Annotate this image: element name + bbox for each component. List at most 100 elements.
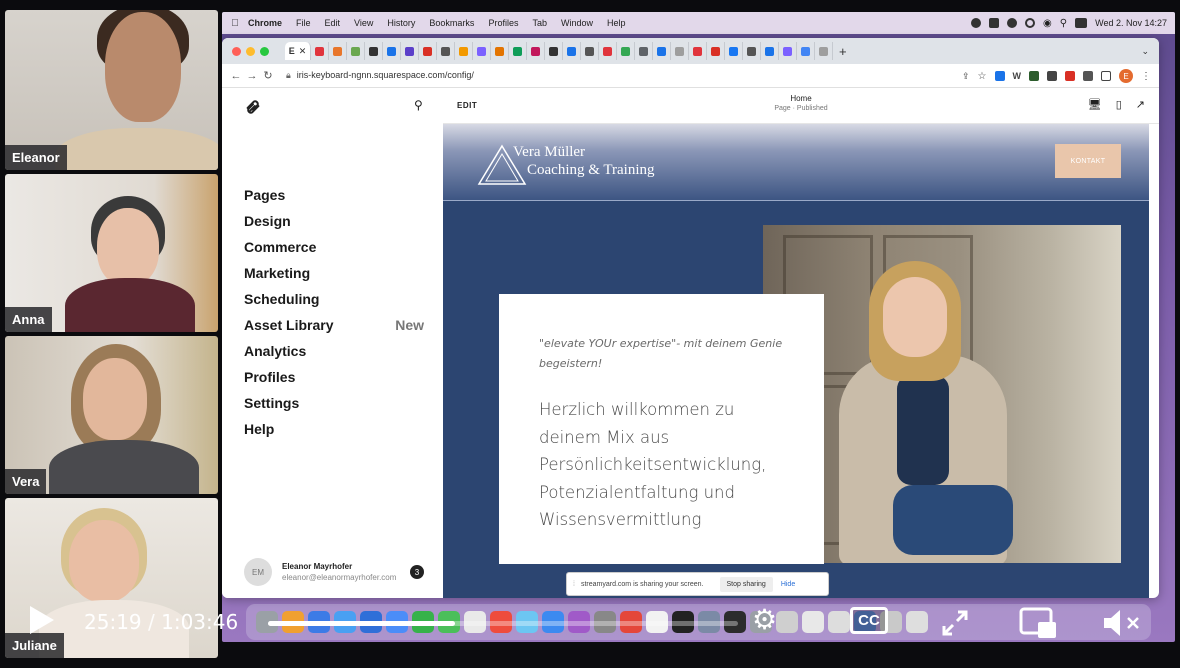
menu-history[interactable]: History — [387, 18, 415, 28]
browser-tab[interactable] — [707, 42, 725, 60]
menu-file[interactable]: File — [296, 18, 311, 28]
extension-icon[interactable] — [994, 71, 1005, 81]
nav-item-commerce[interactable]: Commerce — [244, 234, 424, 260]
nav-item-pages[interactable]: Pages — [244, 182, 424, 208]
browser-tab[interactable] — [797, 42, 815, 60]
browser-tab[interactable] — [473, 42, 491, 60]
drag-handle-icon[interactable]: ⁞ — [573, 581, 575, 588]
browser-tab[interactable] — [743, 42, 761, 60]
extension-grid-icon[interactable] — [1047, 71, 1057, 81]
brand-name[interactable]: Vera Müller — [513, 144, 585, 161]
stop-sharing-button[interactable]: Stop sharing — [719, 576, 773, 592]
new-tab-button[interactable]: + — [839, 44, 847, 59]
tab-search-chevron-icon[interactable]: ⌄ — [1141, 46, 1149, 57]
extension-icon[interactable] — [1029, 71, 1039, 81]
bookmark-star-icon[interactable]: ☆ — [978, 71, 987, 82]
nav-item-asset-library[interactable]: Asset Library New — [244, 312, 424, 338]
close-window-icon[interactable] — [232, 46, 241, 56]
active-tab[interactable]: E ✕ — [285, 42, 311, 60]
extensions-puzzle-icon[interactable] — [1083, 71, 1093, 81]
menu-app-name[interactable]: Chrome — [248, 18, 282, 28]
browser-tab[interactable] — [689, 42, 707, 60]
browser-tab[interactable] — [437, 42, 455, 60]
browser-tab[interactable] — [527, 42, 545, 60]
nav-item-help[interactable]: Help — [244, 416, 424, 442]
search-icon[interactable]: ⚲ — [414, 98, 423, 112]
account-menu[interactable]: EM Eleanor Mayrhofer eleanor@eleanormayr… — [244, 558, 424, 588]
browser-tab[interactable] — [311, 42, 329, 60]
browser-tab[interactable] — [365, 42, 383, 60]
extension-icon[interactable] — [1065, 71, 1075, 81]
profile-avatar[interactable]: E — [1119, 69, 1133, 83]
nav-item-settings[interactable]: Settings — [244, 390, 424, 416]
share-icon[interactable]: ⇪ — [962, 71, 970, 82]
browser-tab[interactable] — [419, 42, 437, 60]
close-tab-icon[interactable]: ✕ — [299, 46, 307, 57]
nav-item-marketing[interactable]: Marketing — [244, 260, 424, 286]
wifi-icon[interactable]: ◉ — [1043, 18, 1052, 29]
browser-tab[interactable] — [599, 42, 617, 60]
menu-profiles[interactable]: Profiles — [488, 18, 518, 28]
browser-tab[interactable] — [563, 42, 581, 60]
extension-w-icon[interactable]: W — [1013, 71, 1022, 81]
maximize-window-icon[interactable] — [260, 46, 269, 56]
volume-muted-icon[interactable] — [1100, 606, 1146, 640]
browser-tab[interactable] — [725, 42, 743, 60]
menu-window[interactable]: Window — [561, 18, 593, 28]
url-field[interactable]: 🔒︎ iris-keyboard-ngnn.squarespace.com/con… — [286, 70, 474, 81]
menu-help[interactable]: Help — [607, 18, 626, 28]
back-arrow-icon[interactable]: ← — [228, 70, 244, 82]
spotlight-search-icon[interactable]: ⚲ — [1060, 18, 1067, 29]
nav-item-scheduling[interactable]: Scheduling — [244, 286, 424, 312]
browser-tab[interactable] — [671, 42, 689, 60]
browser-tab[interactable] — [491, 42, 509, 60]
browser-tab[interactable] — [761, 42, 779, 60]
nav-item-design[interactable]: Design — [244, 208, 424, 234]
browser-tab[interactable] — [401, 42, 419, 60]
mobile-view-icon[interactable]: ▯ — [1116, 98, 1122, 111]
picture-in-picture-icon[interactable] — [1018, 606, 1060, 642]
browser-tab[interactable] — [509, 42, 527, 60]
fullscreen-icon[interactable] — [940, 608, 970, 638]
dropbox-icon[interactable] — [989, 18, 1000, 28]
sync-icon[interactable] — [1007, 18, 1018, 28]
minimize-window-icon[interactable] — [246, 46, 255, 56]
side-panel-icon[interactable] — [1101, 71, 1111, 81]
participant-tile[interactable]: Eleanor — [5, 10, 218, 170]
settings-gear-icon[interactable]: ⚙ — [752, 604, 777, 636]
browser-tab[interactable] — [581, 42, 599, 60]
notification-badge[interactable]: 3 — [410, 565, 424, 579]
browser-tab[interactable] — [455, 42, 473, 60]
browser-tab[interactable] — [329, 42, 347, 60]
closed-captions-icon[interactable]: CC — [850, 607, 888, 634]
menu-tab[interactable]: Tab — [532, 18, 547, 28]
kontakt-button[interactable]: KONTAKT — [1055, 144, 1121, 178]
menubar-clock[interactable]: Wed 2. Nov 14:27 — [1095, 18, 1167, 28]
control-center-icon[interactable] — [1075, 18, 1088, 28]
chrome-menu-icon[interactable]: ⋮ — [1141, 71, 1151, 82]
participant-tile[interactable]: Anna — [5, 174, 218, 332]
record-icon[interactable] — [971, 18, 982, 28]
desktop-view-icon[interactable]: 🖥︎ — [1088, 98, 1102, 111]
focus-icon[interactable] — [1025, 18, 1036, 28]
participant-tile[interactable]: Vera — [5, 336, 218, 494]
nav-item-analytics[interactable]: Analytics — [244, 338, 424, 364]
menu-view[interactable]: View — [354, 18, 373, 28]
reload-icon[interactable]: ↻ — [260, 69, 276, 82]
forward-arrow-icon[interactable]: → — [244, 70, 260, 82]
browser-tab[interactable] — [383, 42, 401, 60]
apple-icon[interactable]:  — [222, 18, 248, 29]
seek-bar[interactable] — [268, 621, 738, 626]
brand-tagline[interactable]: Coaching & Training — [527, 162, 655, 179]
browser-tab[interactable] — [779, 42, 797, 60]
browser-tab[interactable] — [815, 42, 833, 60]
hide-button[interactable]: Hide — [781, 581, 795, 588]
menu-bookmarks[interactable]: Bookmarks — [429, 18, 474, 28]
menu-edit[interactable]: Edit — [325, 18, 341, 28]
nav-item-profiles[interactable]: Profiles — [244, 364, 424, 390]
browser-tab[interactable] — [653, 42, 671, 60]
browser-tab[interactable] — [635, 42, 653, 60]
expand-preview-icon[interactable]: ↗ — [1136, 98, 1145, 111]
play-icon[interactable] — [30, 606, 54, 634]
browser-tab[interactable] — [545, 42, 563, 60]
